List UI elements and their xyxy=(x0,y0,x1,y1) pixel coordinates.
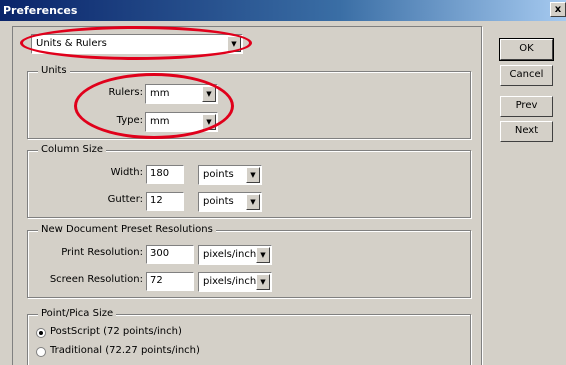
units-legend: Units xyxy=(38,65,70,76)
print-resolution-unit-select[interactable]: pixels/inch ▼ xyxy=(198,245,272,265)
postscript-radio[interactable] xyxy=(36,328,46,338)
gutter-unit-select[interactable]: points ▼ xyxy=(198,192,262,212)
print-resolution-field[interactable]: 300 xyxy=(146,245,194,264)
chevron-down-icon[interactable]: ▼ xyxy=(256,274,270,290)
column-width-unit-select[interactable]: points ▼ xyxy=(198,165,262,185)
gutter-unit-value: points xyxy=(203,196,234,207)
ok-button[interactable]: OK xyxy=(499,38,554,61)
chevron-down-icon[interactable]: ▼ xyxy=(256,247,270,263)
column-size-group: Column Size Width: 180 points ▼ Gutter: … xyxy=(27,144,471,218)
screen-resolution-field[interactable]: 72 xyxy=(146,272,194,291)
gutter-field[interactable]: 12 xyxy=(146,192,184,211)
preferences-dialog: Preferences x Units & Rulers ▼ Units Rul… xyxy=(0,0,566,365)
screen-resolution-unit-value: pixels/inch xyxy=(203,276,257,287)
preset-resolutions-legend: New Document Preset Resolutions xyxy=(38,224,216,235)
radio-selected-dot xyxy=(39,331,43,335)
column-width-field[interactable]: 180 xyxy=(146,165,184,184)
column-size-legend: Column Size xyxy=(38,144,107,155)
point-pica-legend: Point/Pica Size xyxy=(38,308,117,319)
screen-resolution-unit-select[interactable]: pixels/inch ▼ xyxy=(198,272,272,292)
cancel-button[interactable]: Cancel xyxy=(500,65,553,86)
traditional-radio[interactable] xyxy=(36,347,46,357)
preset-resolutions-group: New Document Preset Resolutions Print Re… xyxy=(27,224,471,298)
prev-button[interactable]: Prev xyxy=(500,96,553,117)
postscript-label: PostScript (72 points/inch) xyxy=(50,326,182,337)
point-pica-group: Point/Pica Size PostScript (72 points/in… xyxy=(27,308,471,365)
traditional-label: Traditional (72.27 points/inch) xyxy=(50,345,200,356)
print-resolution-unit-value: pixels/inch xyxy=(203,249,257,260)
annotation-highlight-section xyxy=(20,26,252,60)
close-button[interactable]: x xyxy=(550,2,566,17)
print-resolution-label: Print Resolution: xyxy=(61,247,143,258)
annotation-highlight-units xyxy=(74,73,234,139)
chevron-down-icon[interactable]: ▼ xyxy=(246,194,260,210)
chevron-down-icon[interactable]: ▼ xyxy=(246,167,260,183)
width-label: Width: xyxy=(110,167,143,178)
screen-resolution-label: Screen Resolution: xyxy=(49,274,143,285)
dialog-title: Preferences xyxy=(3,4,78,17)
next-button[interactable]: Next xyxy=(500,121,553,142)
preferences-panel: Units & Rulers ▼ Units Rulers: mm ▼ Type… xyxy=(12,26,482,365)
gutter-label: Gutter: xyxy=(107,194,143,205)
title-bar: Preferences x xyxy=(0,0,566,21)
column-width-unit-value: points xyxy=(203,169,234,180)
